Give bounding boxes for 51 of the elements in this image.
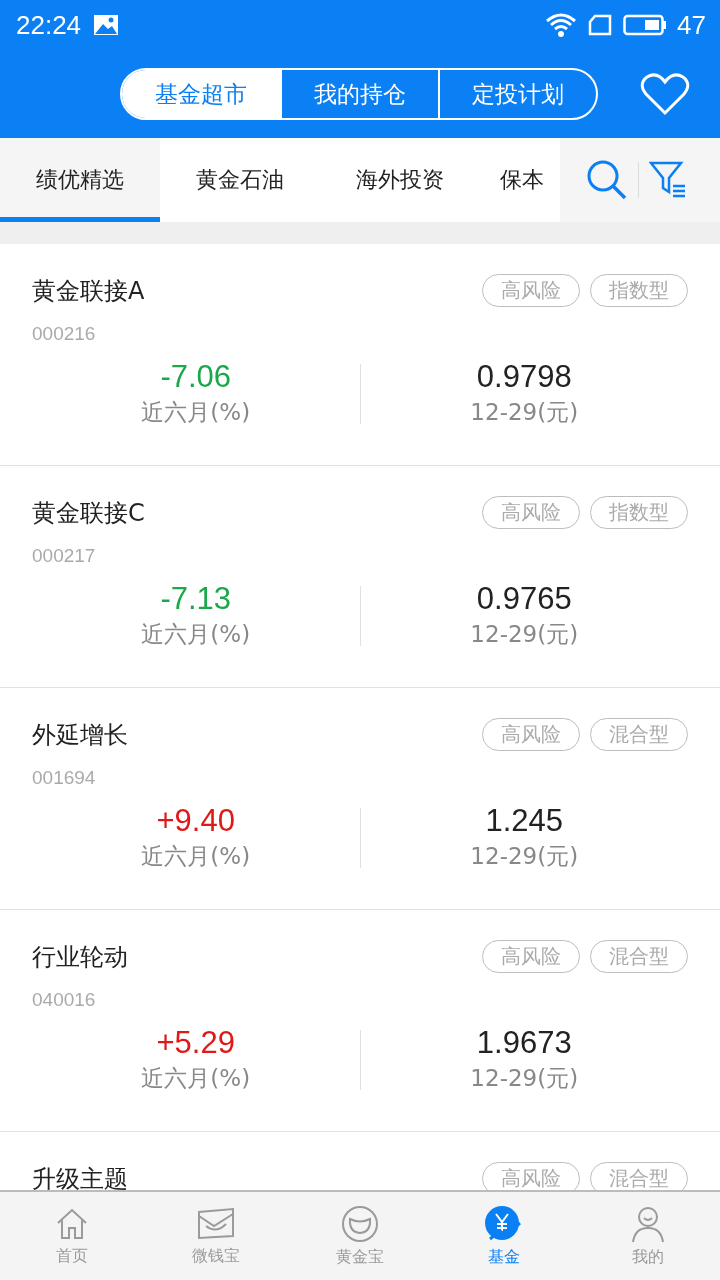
fund-card[interactable]: 升级主题 高风险 混合型 [0, 1132, 720, 1190]
fund-name: 黄金联接C [32, 497, 145, 529]
segment-tab[interactable]: 我的持仓 [280, 70, 438, 118]
nav-date: 12-29(元) [470, 620, 579, 649]
fund-card[interactable]: 黄金联接A 高风险 指数型 000216 -7.06 近六月(%) 0.9798 12-29(元) [0, 244, 720, 466]
nav-tab[interactable]: 基金 [432, 1192, 576, 1280]
battery-level: 47 [677, 9, 706, 41]
fund-name: 升级主题 [32, 1163, 128, 1190]
fund-name: 行业轮动 [32, 941, 128, 973]
search-icon[interactable] [586, 159, 628, 201]
status-time: 22:24 [16, 9, 82, 41]
image-icon [93, 14, 120, 36]
fund-code: 000216 [32, 323, 97, 345]
fund-nav: 1.245 [485, 803, 564, 839]
change-label: 近六月(%) [141, 620, 251, 649]
fund-change: -7.13 [160, 581, 232, 617]
fund-name: 外延增长 [32, 719, 128, 751]
change-label: 近六月(%) [141, 1064, 251, 1093]
fund-card[interactable]: 行业轮动 高风险 混合型 040016 +5.29 近六月(%) 1.9673 12-29(元) [0, 910, 720, 1132]
fund-change: +5.29 [156, 1025, 235, 1061]
sim-icon [587, 14, 614, 36]
category-tab[interactable]: 海外投资 [320, 138, 480, 222]
filter-icon[interactable] [649, 160, 687, 200]
person-icon [630, 1204, 666, 1243]
wifi-icon [545, 12, 578, 38]
ingot-icon [341, 1204, 379, 1243]
category-tab[interactable]: 绩优精选 [0, 138, 160, 222]
fund-name: 黄金联接A [32, 275, 145, 307]
category-tab[interactable]: 保本 [480, 138, 560, 222]
category-tab[interactable]: 黄金石油 [160, 138, 320, 222]
change-label: 近六月(%) [141, 398, 251, 427]
fund-code: 000217 [32, 545, 97, 567]
nav-date: 12-29(元) [470, 1064, 579, 1093]
fund-change: -7.06 [160, 359, 232, 395]
fund-nav: 1.9673 [476, 1025, 572, 1061]
change-label: 近六月(%) [141, 842, 251, 871]
battery-icon [623, 14, 668, 36]
fund-card[interactable]: 黄金联接C 高风险 指数型 000217 -7.13 近六月(%) 0.9765 12-29(元) [0, 466, 720, 688]
fund-nav: 0.9765 [476, 581, 572, 617]
envelope-icon [196, 1205, 236, 1242]
nav-date: 12-29(元) [470, 398, 579, 427]
fund-nav: 0.9798 [476, 359, 572, 395]
fund-card[interactable]: 外延增长 高风险 混合型 001694 +9.40 近六月(%) 1.245 12-29(元) [0, 688, 720, 910]
heart-icon[interactable] [640, 72, 690, 116]
yuan-chart-icon [484, 1204, 524, 1243]
fund-change: +9.40 [156, 803, 235, 839]
nav-date: 12-29(元) [470, 842, 579, 871]
segment-tab[interactable]: 定投计划 [438, 70, 596, 118]
fund-code: 040016 [32, 989, 97, 1011]
fund-code: 001694 [32, 767, 97, 789]
segment-tab[interactable]: 基金超市 [122, 70, 280, 118]
